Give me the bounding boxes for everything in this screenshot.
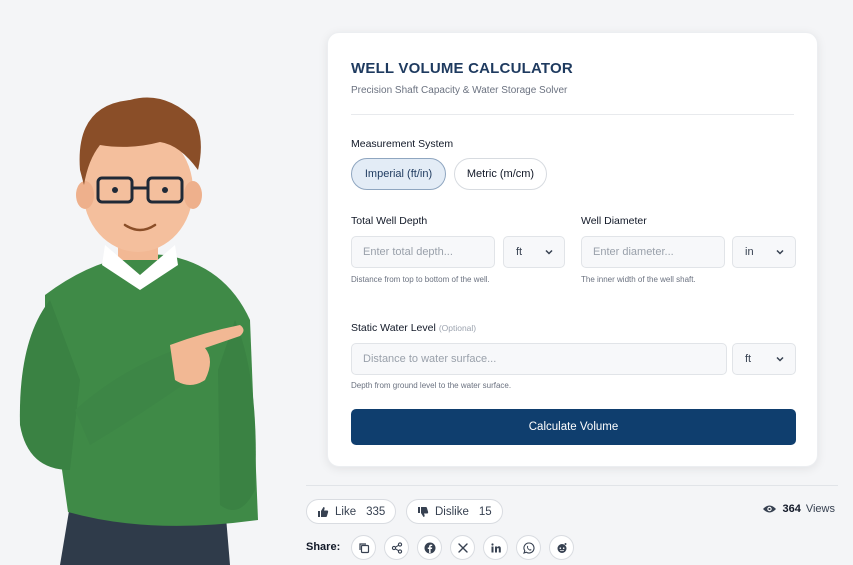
imperial-toggle[interactable]: Imperial (ft/in) [351, 158, 446, 190]
eye-icon [763, 505, 777, 513]
views-counter: 364 Views [762, 503, 835, 515]
whatsapp-icon [522, 541, 535, 554]
depth-label: Total Well Depth [351, 215, 428, 227]
thumbs-down-icon [418, 506, 429, 517]
diameter-hint: The inner width of the well shaft. [581, 275, 696, 284]
chevron-down-icon [775, 247, 785, 257]
linkedin-share-button[interactable] [483, 535, 508, 560]
share-button[interactable] [384, 535, 409, 560]
whatsapp-share-button[interactable] [516, 535, 541, 560]
x-icon [457, 542, 468, 553]
thumbs-up-icon [318, 506, 329, 517]
diameter-unit-select[interactable]: in [732, 236, 796, 268]
like-button[interactable]: Like 335 [306, 499, 397, 524]
dislike-label: Dislike [435, 505, 469, 518]
depth-hint: Distance from top to bottom of the well. [351, 275, 490, 284]
diameter-input[interactable]: Enter diameter... [581, 236, 725, 268]
dislike-count: 15 [478, 505, 492, 518]
views-count: 364 [782, 503, 801, 515]
water-level-unit-select[interactable]: ft [732, 343, 796, 375]
share-label: Share: [306, 541, 341, 553]
water-level-label: Static Water Level (Optional) [351, 322, 476, 334]
presenter-illustration [19, 97, 258, 565]
facebook-share-button[interactable] [417, 535, 442, 560]
linkedin-icon [490, 542, 501, 552]
copy-icon [358, 542, 369, 553]
chevron-down-icon [544, 247, 554, 257]
x-share-button[interactable] [450, 535, 475, 560]
calculator-title: WELL VOLUME CALCULATOR [351, 60, 573, 77]
dislike-button[interactable]: Dislike 15 [406, 499, 503, 524]
chevron-down-icon [775, 354, 785, 364]
diameter-label: Well Diameter [581, 215, 647, 227]
water-level-unit-value: ft [745, 353, 752, 365]
measurement-system-label: Measurement System [351, 138, 454, 150]
metric-toggle[interactable]: Metric (m/cm) [454, 158, 547, 190]
water-level-input[interactable]: Distance to water surface... [351, 343, 727, 375]
depth-input[interactable]: Enter total depth... [351, 236, 495, 268]
water-level-label-text: Static Water Level [351, 322, 436, 334]
copy-link-button[interactable] [351, 535, 376, 560]
reddit-icon [557, 542, 566, 553]
reddit-share-button[interactable] [549, 535, 574, 560]
facebook-icon [424, 542, 435, 553]
diameter-unit-value: in [745, 246, 754, 258]
like-label: Like [335, 505, 357, 518]
calculate-volume-button[interactable]: Calculate Volume [351, 409, 796, 445]
water-level-hint: Depth from ground level to the water sur… [351, 381, 512, 390]
like-count: 335 [366, 505, 386, 518]
share-icon [391, 541, 402, 554]
calculator-card: WELL VOLUME CALCULATOR Precision Shaft C… [327, 32, 818, 467]
share-icons [351, 535, 574, 560]
engagement-divider [306, 485, 838, 486]
header-divider [351, 114, 794, 115]
depth-unit-select[interactable]: ft [503, 236, 565, 268]
depth-unit-value: ft [516, 246, 523, 258]
calculator-subtitle: Precision Shaft Capacity & Water Storage… [351, 85, 568, 96]
views-label: Views [805, 503, 835, 515]
optional-tag: (Optional) [438, 323, 477, 333]
